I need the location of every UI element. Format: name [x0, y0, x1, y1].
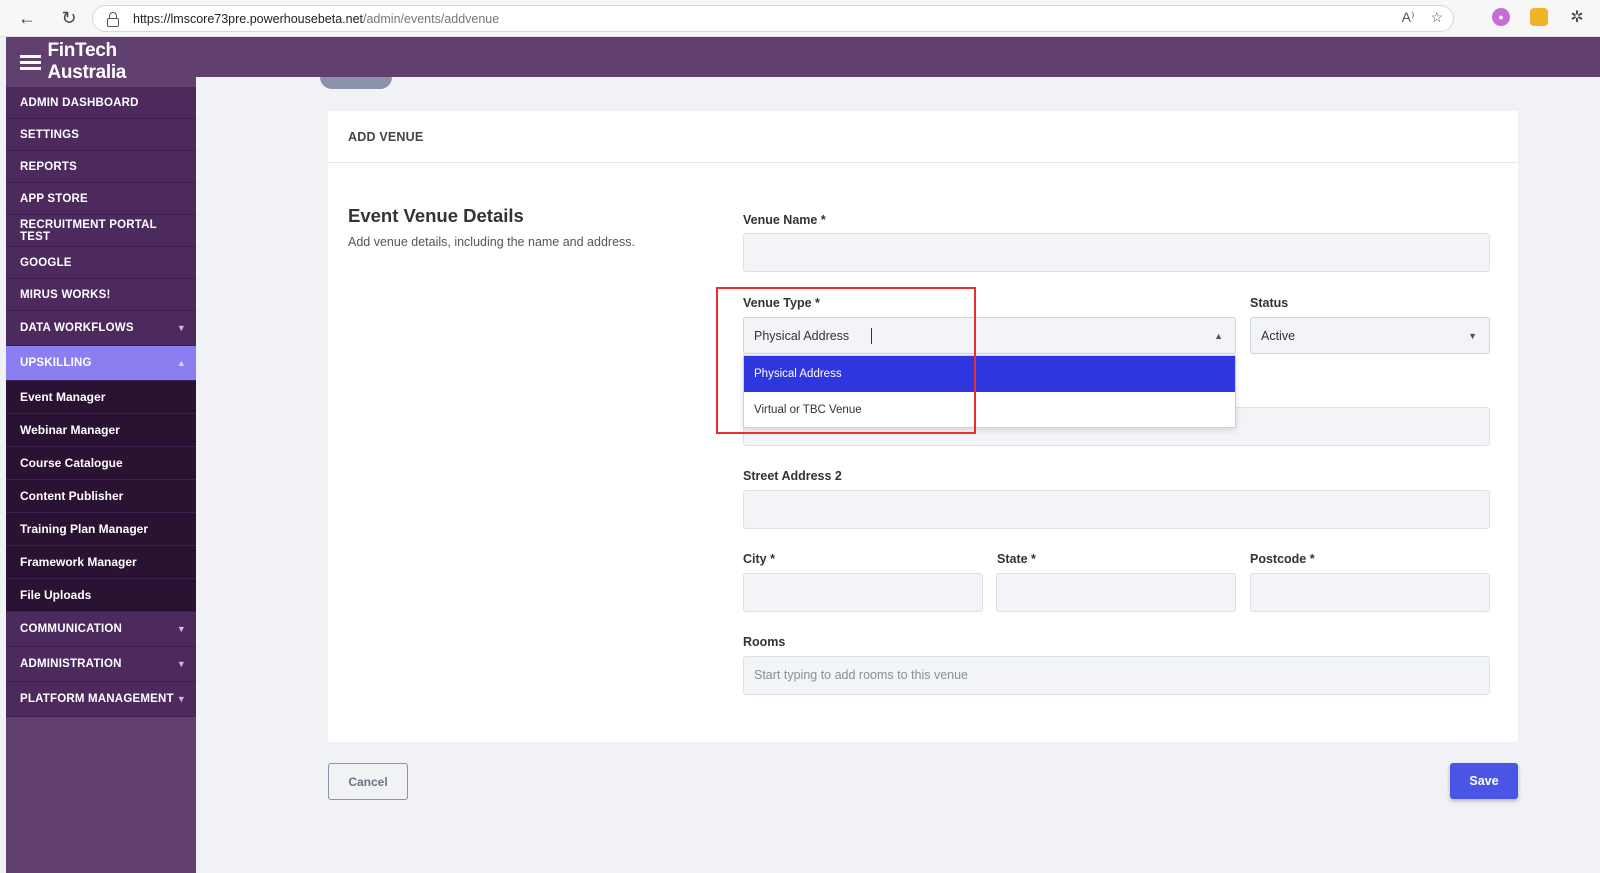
sidebar-item-recruitment-portal-test[interactable]: RECRUITMENT PORTAL TEST [6, 215, 196, 247]
status-label: Status [1250, 296, 1289, 310]
venue-type-select[interactable]: Physical Address ▲ [743, 317, 1236, 354]
state-input[interactable] [996, 573, 1236, 612]
sidebar-item-mirus-works[interactable]: MIRUS WORKS! [6, 279, 196, 311]
url-domain: https://lmscore73pre.powerhousebeta.net [133, 11, 363, 26]
sidebar-item-platform-management[interactable]: PLATFORM MANAGEMENT ▼ [6, 682, 196, 717]
sidebar-item-label: RECRUITMENT PORTAL TEST [20, 218, 157, 243]
chevron-down-icon: ▼ [176, 323, 186, 333]
sidebar-item-label: GOOGLE [20, 256, 72, 269]
venue-type-value: Physical Address [754, 329, 850, 343]
sidebar-item-label: SETTINGS [20, 128, 80, 141]
city-input[interactable] [743, 573, 983, 612]
back-arrow-icon[interactable]: ← [16, 7, 38, 29]
header-tab-stub [320, 77, 392, 89]
submenu-item-framework-manager[interactable]: Framework Manager [6, 546, 196, 579]
chevron-down-icon: ▼ [176, 624, 186, 634]
sidebar-item-label: MIRUS WORKS! [20, 288, 111, 301]
state-label: State * [997, 552, 1036, 566]
street-address-2-input[interactable] [743, 490, 1490, 529]
submenu-item-course-catalogue[interactable]: Course Catalogue [6, 447, 196, 480]
sidebar-item-upskilling[interactable]: UPSKILLING ▲ [6, 346, 196, 381]
brand-name: FinTech Australia [47, 40, 127, 83]
rooms-input[interactable]: Start typing to add rooms to this venue [743, 656, 1490, 695]
chevron-down-icon: ▼ [176, 659, 186, 669]
submenu-item-training-plan-manager[interactable]: Training Plan Manager [6, 513, 196, 546]
chevron-down-icon: ▼ [1468, 331, 1477, 341]
url-path: /admin/events/addvenue [363, 11, 500, 26]
sidebar: FinTech Australia ADMIN DASHBOARD SETTIN… [6, 37, 196, 873]
extensions-puzzle-icon[interactable]: ✲ [1568, 8, 1586, 26]
submenu-item-event-manager[interactable]: Event Manager [6, 381, 196, 414]
status-select[interactable]: Active ▼ [1250, 317, 1490, 354]
cancel-button[interactable]: Cancel [328, 763, 408, 800]
extension-icon[interactable]: ● [1492, 8, 1510, 26]
sidebar-item-admin-dashboard[interactable]: ADMIN DASHBOARD [6, 87, 196, 119]
venue-type-label: Venue Type * [743, 296, 820, 310]
chevron-up-icon: ▲ [1214, 331, 1223, 341]
chevron-down-icon: ▼ [176, 694, 186, 704]
section-title: Event Venue Details [348, 205, 524, 226]
sidebar-item-data-workflows[interactable]: DATA WORKFLOWS ▼ [6, 311, 196, 346]
city-label: City * [743, 552, 775, 566]
card-title: ADD VENUE [328, 111, 1518, 163]
submenu-item-webinar-manager[interactable]: Webinar Manager [6, 414, 196, 447]
sidebar-item-communication[interactable]: COMMUNICATION ▼ [6, 612, 196, 647]
sidebar-item-administration[interactable]: ADMINISTRATION ▼ [6, 647, 196, 682]
text-cursor [871, 328, 872, 344]
save-button[interactable]: Save [1450, 763, 1518, 799]
section-description: Add venue details, including the name an… [348, 235, 635, 249]
refresh-icon[interactable]: ↻ [58, 7, 80, 29]
venue-type-dropdown: Physical Address Virtual or TBC Venue [743, 355, 1236, 428]
browser-toolbar: ← ↻ https://lmscore73pre.powerhousebeta.… [0, 0, 1600, 37]
read-aloud-icon[interactable]: A⁾ [1402, 9, 1415, 26]
venue-name-label: Venue Name * [743, 213, 826, 227]
status-value: Active [1261, 329, 1296, 343]
sidebar-item-label: DATA WORKFLOWS [20, 322, 134, 334]
sidebar-item-reports[interactable]: REPORTS [6, 151, 196, 183]
submenu-item-content-publisher[interactable]: Content Publisher [6, 480, 196, 513]
sidebar-item-label: ADMIN DASHBOARD [20, 96, 139, 109]
sidebar-item-label: COMMUNICATION [20, 623, 123, 635]
address-bar[interactable]: https://lmscore73pre.powerhousebeta.net /… [92, 5, 1454, 32]
favorite-star-icon[interactable]: ☆ [1430, 9, 1443, 26]
sidebar-item-label: REPORTS [20, 160, 77, 173]
add-venue-card: ADD VENUE Event Venue Details Add venue … [328, 111, 1518, 742]
sidebar-item-app-store[interactable]: APP STORE [6, 183, 196, 215]
sidebar-item-label: ADMINISTRATION [20, 658, 122, 670]
fintech-logo-icon [20, 52, 42, 73]
sidebar-item-label: APP STORE [20, 192, 88, 205]
sidebar-item-label: PLATFORM MANAGEMENT [20, 693, 174, 705]
submenu-item-file-uploads[interactable]: File Uploads [6, 579, 196, 612]
option-virtual-or-tbc-venue[interactable]: Virtual or TBC Venue [744, 392, 1235, 428]
sidebar-item-settings[interactable]: SETTINGS [6, 119, 196, 151]
street-address-2-label: Street Address 2 [743, 469, 842, 483]
rooms-placeholder: Start typing to add rooms to this venue [754, 668, 969, 682]
top-header-bar [196, 37, 1600, 77]
postcode-label: Postcode * [1250, 552, 1315, 566]
lock-icon [107, 11, 119, 27]
chevron-up-icon: ▲ [176, 358, 186, 368]
postcode-input[interactable] [1250, 573, 1490, 612]
brand-logo[interactable]: FinTech Australia [6, 37, 196, 87]
rooms-label: Rooms [743, 635, 786, 649]
venue-name-input[interactable] [743, 233, 1490, 272]
sidebar-item-google[interactable]: GOOGLE [6, 247, 196, 279]
profile-extension-icon[interactable] [1530, 8, 1548, 26]
option-physical-address[interactable]: Physical Address [744, 356, 1235, 392]
sidebar-item-label: UPSKILLING [20, 357, 92, 369]
